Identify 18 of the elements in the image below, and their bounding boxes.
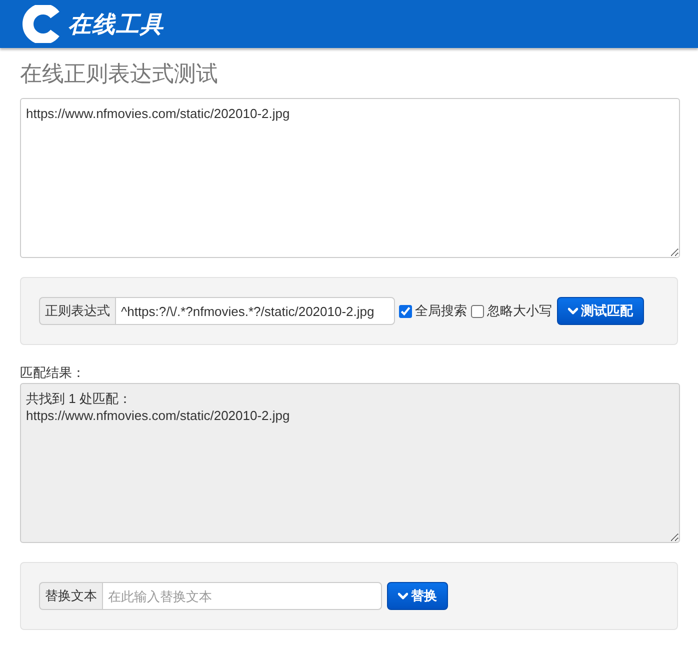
regex-input[interactable]: ^https:?/\/.*?nfmovies.*?/static/202010-2.jpg: [115, 297, 395, 325]
result-field[interactable]: 共找到 1 处匹配： https://www.nfmovies.com/static/202010-2.jpg: [20, 383, 680, 543]
page-title: 在线正则表达式测试: [20, 60, 219, 88]
replace-addon-label: 替换文本: [39, 582, 102, 610]
chevron-down-icon: [398, 592, 408, 600]
option-checkbox[interactable]: [399, 304, 412, 318]
logo-text[interactable]: 在线工具: [68, 12, 164, 36]
regex-addon-label: 正则表达式: [39, 297, 115, 325]
chevron-down-icon: [568, 307, 578, 315]
logo-icon: [20, 5, 62, 43]
option-checkbox[interactable]: [471, 304, 484, 318]
replace-input[interactable]: 在此输入替换文本: [102, 582, 382, 610]
option-label: 全局搜索: [415, 302, 467, 320]
result-label: 匹配结果：: [20, 364, 86, 382]
option-label: 忽略大小写: [487, 302, 552, 320]
test-match-button[interactable]: 测试匹配: [557, 297, 644, 325]
replace-button[interactable]: 替换: [387, 582, 448, 610]
source-text-field[interactable]: https://www.nfmovies.com/static/202010-2.jpg: [20, 98, 680, 258]
